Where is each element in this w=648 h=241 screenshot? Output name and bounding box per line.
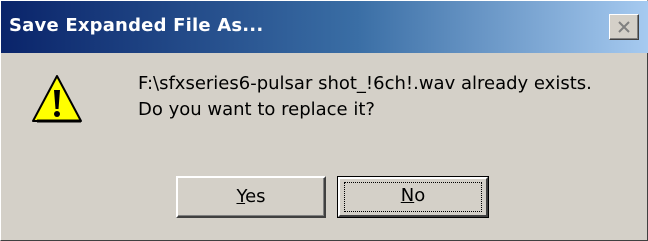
dialog-title: Save Expanded File As...	[9, 15, 264, 36]
title-bar[interactable]: Save Expanded File As...	[1, 1, 648, 53]
close-icon	[618, 21, 630, 33]
message-line-replace-question: Do you want to replace it?	[138, 99, 375, 120]
yes-button-accelerator: Y	[236, 186, 246, 207]
yes-button-label: es	[245, 186, 266, 207]
close-button[interactable]	[609, 14, 639, 40]
no-button-label-wrap: No	[338, 177, 488, 215]
yes-button[interactable]: Yes	[176, 176, 326, 218]
no-button[interactable]: No	[337, 176, 489, 218]
message-line-file-exists: F:\sfxseries6-pulsar shot_!6ch!.wav alre…	[138, 73, 592, 94]
message-text: F:\sfxseries6-pulsar shot_!6ch!.wav alre…	[138, 71, 592, 123]
save-expanded-file-dialog: Save Expanded File As... F:\sfxseries6-p…	[0, 0, 648, 241]
warning-icon	[32, 75, 82, 123]
no-button-label: o	[414, 185, 426, 206]
no-button-accelerator: N	[400, 185, 415, 206]
